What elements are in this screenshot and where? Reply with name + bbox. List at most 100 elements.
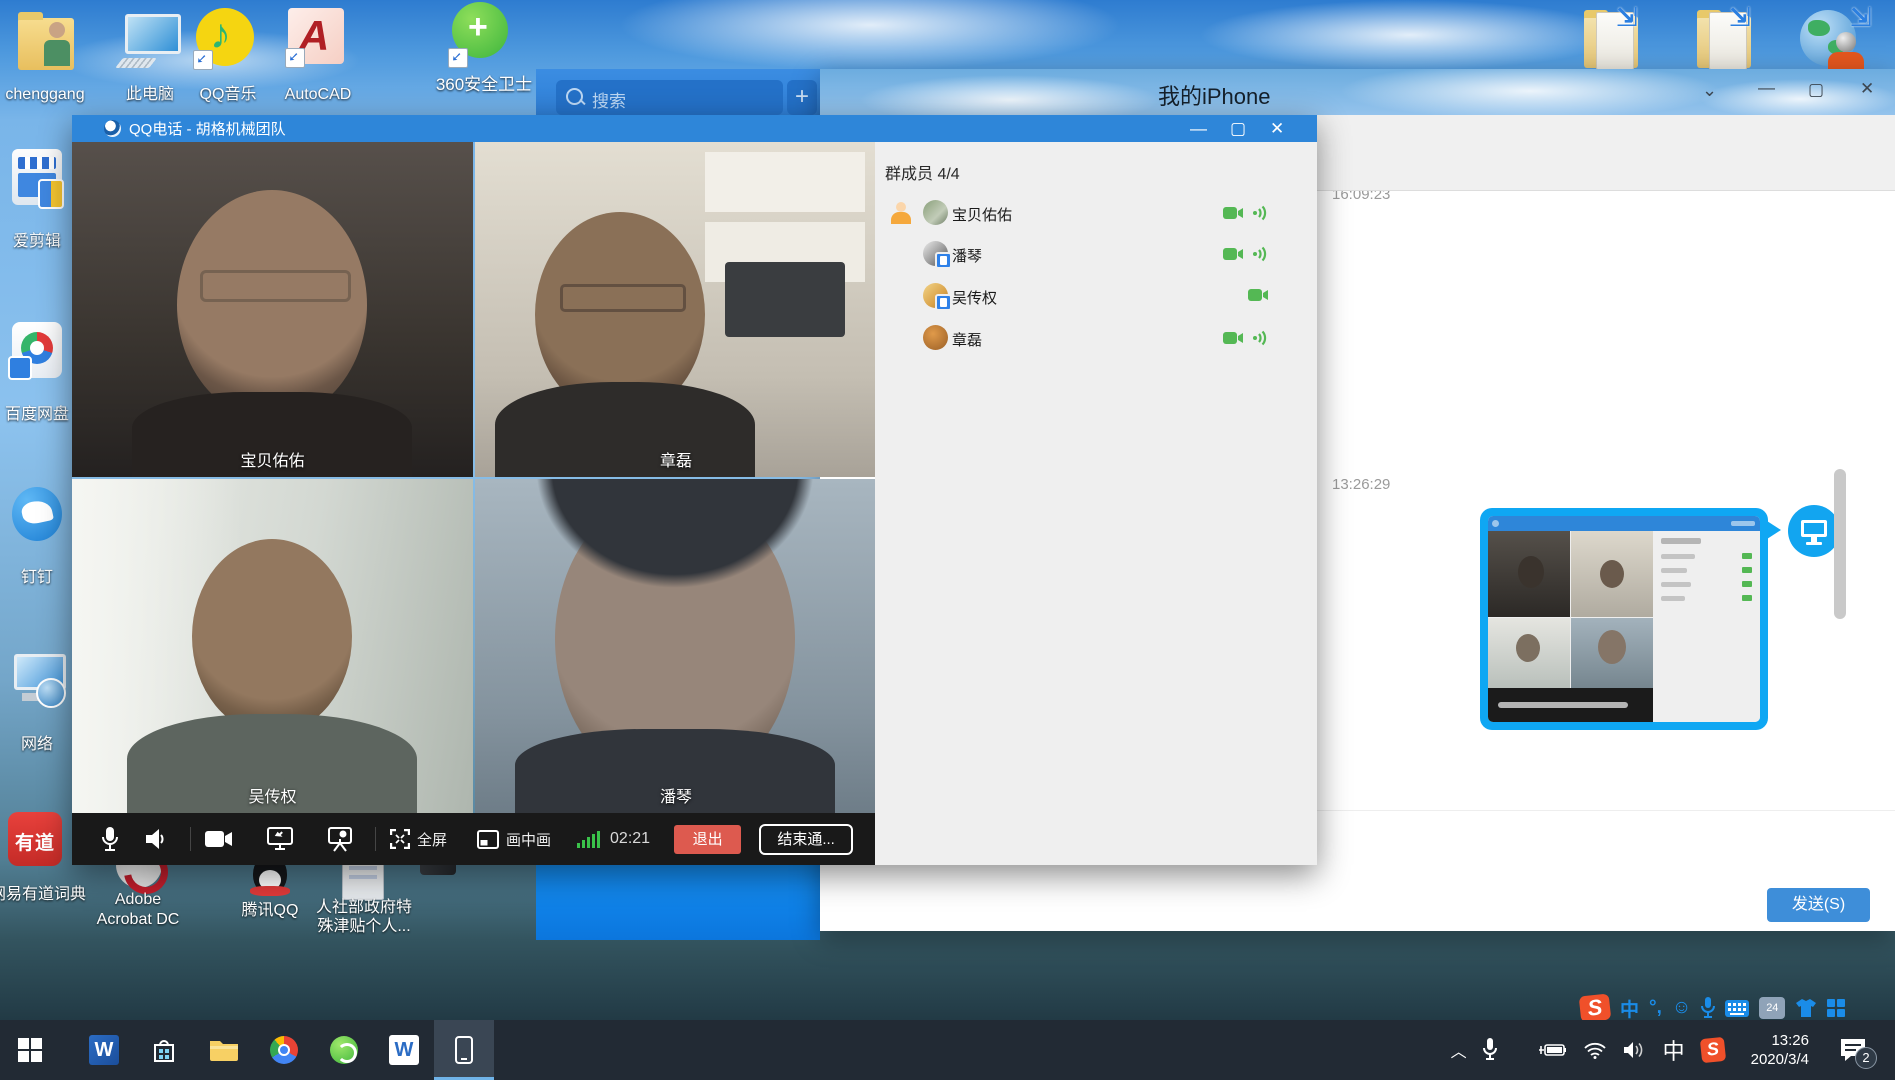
desktop-icon-baidu-pan[interactable]: 百度网盘 (0, 318, 74, 438)
icon-label: 网络 (0, 736, 80, 753)
taskbar-app-phone-active[interactable] (434, 1020, 494, 1080)
speaker-button[interactable] (144, 827, 168, 851)
sogou-logo-icon[interactable]: S (1579, 994, 1612, 1023)
person-badge (1836, 32, 1856, 52)
fullscreen-button[interactable]: 全屏 (390, 829, 447, 850)
pip-button[interactable]: 画中画 (477, 829, 551, 850)
video-tile[interactable]: 宝贝佑佑 (72, 142, 473, 477)
camera-on-icon (1223, 247, 1244, 261)
screen-share-button[interactable] (267, 827, 293, 851)
audio-on-icon (1252, 205, 1269, 221)
tray-sogou-icon[interactable]: S (1699, 1037, 1725, 1063)
camera-button[interactable] (205, 829, 233, 849)
audio-on-icon (1252, 330, 1269, 346)
close-button[interactable]: ✕ (1860, 80, 1874, 97)
end-call-button[interactable]: 结束通... (759, 824, 853, 855)
maximize-button[interactable]: ▢ (1808, 81, 1824, 98)
member-row[interactable]: 宝贝佑佑 (875, 197, 1317, 231)
video-participant-name: 吴传权 (72, 783, 473, 807)
desktop-icon-internet-user[interactable]: ⇲ (1798, 8, 1878, 78)
system-tray: ︿ 中 S 13:26 2020/3/4 2 (1451, 1020, 1895, 1080)
video-participant-name: 潘琴 (475, 783, 877, 807)
search-input[interactable]: 搜索 (556, 80, 783, 115)
desktop-icon-archive[interactable]: ⇲ (1582, 6, 1646, 74)
call-screenshot-thumbnail (1488, 516, 1760, 722)
video-tile[interactable]: 章磊 (475, 142, 877, 477)
desktop-icon-360[interactable]: + 360安全卫士 (434, 0, 534, 104)
minimize-button[interactable]: — (1758, 79, 1775, 96)
desktop-icon-chenggang[interactable]: chenggang (0, 4, 90, 104)
video-tile[interactable]: 吴传权 (72, 479, 473, 813)
ime-mode-toggle[interactable]: 中 (1620, 995, 1639, 1022)
punctuation-toggle[interactable]: °, (1649, 997, 1662, 1019)
tray-volume-icon[interactable] (1623, 1041, 1647, 1059)
start-button[interactable] (0, 1020, 60, 1080)
desktop-icon-network[interactable]: 网络 (0, 648, 74, 768)
fullscreen-label: 全屏 (417, 829, 447, 850)
bubble-tail (1767, 521, 1781, 539)
compress-arrows-badge: ⇲ (1729, 2, 1751, 33)
action-center-icon[interactable]: 2 (1839, 1037, 1867, 1063)
skin-icon[interactable] (1795, 998, 1817, 1018)
tray-microphone-icon[interactable] (1483, 1038, 1497, 1062)
minimize-button[interactable]: — (1190, 120, 1207, 137)
desktop-icon-dingtalk[interactable]: 钉钉 (0, 483, 74, 603)
microphone-button[interactable] (100, 826, 120, 852)
chevron-down-icon[interactable]: ⌄ (1702, 81, 1717, 99)
taskbar-app-wps[interactable]: W (374, 1020, 434, 1080)
taskbar-app-explorer[interactable] (194, 1020, 254, 1080)
exit-button[interactable]: 退出 (674, 825, 741, 854)
add-button[interactable]: + (787, 80, 817, 115)
shortcut-arrow-badge (285, 48, 305, 68)
qq-main-top: 搜索 + (536, 69, 820, 115)
video-participant-name: 宝贝佑佑 (72, 447, 473, 471)
member-avatar (923, 283, 948, 308)
host-icon (890, 202, 912, 224)
close-button[interactable]: ✕ (1270, 120, 1284, 137)
member-name: 章磊 (952, 329, 982, 350)
video-tile[interactable]: 潘琴 (475, 479, 877, 813)
member-row[interactable]: 章磊 (875, 322, 1317, 356)
toolbox-icon[interactable] (1827, 999, 1845, 1017)
icon-label: 人社部政府特 殊津贴个人... (308, 898, 420, 936)
tray-chevron-up-icon[interactable]: ︿ (1451, 1038, 1467, 1062)
desktop-icon-archive[interactable]: ⇲ (1695, 6, 1759, 74)
member-row[interactable]: 吴传权 (875, 280, 1317, 314)
tray-battery-icon[interactable] (1537, 1042, 1567, 1058)
soft-keyboard-icon[interactable] (1725, 1000, 1749, 1017)
voice-input-icon[interactable] (1701, 997, 1715, 1019)
network-icon (14, 654, 62, 708)
taskbar-app-360-browser[interactable] (314, 1020, 374, 1080)
toolbar-divider (375, 827, 376, 851)
taskbar-app-word[interactable]: W (74, 1020, 134, 1080)
chat-scrollbar[interactable] (1834, 469, 1846, 619)
night-mode-icon[interactable]: 24 (1759, 997, 1785, 1019)
emoji-icon[interactable]: ☺ (1672, 997, 1691, 1019)
device-avatar[interactable] (1788, 505, 1840, 557)
desktop-icon-tencent-qq[interactable]: 腾讯QQ (228, 852, 312, 942)
camera-on-icon (1248, 288, 1269, 302)
taskbar-app-store[interactable] (134, 1020, 194, 1080)
icon-label: AutoCAD (270, 86, 366, 103)
tray-ime-indicator[interactable]: 中 (1663, 1034, 1685, 1066)
chat-image-bubble[interactable] (1480, 508, 1768, 730)
tray-clock[interactable]: 13:26 2020/3/4 (1751, 1031, 1809, 1069)
icon-label: QQ音乐 (180, 86, 276, 103)
desktop-icon-qq-music[interactable]: ♪ QQ音乐 (183, 4, 273, 104)
member-row[interactable]: 潘琴 (875, 238, 1317, 272)
video-participant-name: 章磊 (475, 447, 877, 471)
desktop-icon-aijianji[interactable]: 爱剪辑 (0, 145, 74, 265)
desktop-icon-youdao[interactable]: 有道 网易有道词典 (0, 790, 80, 915)
camera-on-icon (1223, 206, 1244, 220)
whiteboard-button[interactable] (327, 826, 353, 852)
tray-wifi-icon[interactable] (1583, 1041, 1607, 1059)
taskbar-app-chrome[interactable] (254, 1020, 314, 1080)
toolbar-divider (190, 827, 191, 851)
member-avatar (923, 325, 948, 350)
desktop-icon-autocad[interactable]: A AutoCAD (273, 4, 363, 104)
call-duration: 02:21 (610, 830, 650, 848)
maximize-button[interactable]: ▢ (1230, 120, 1246, 137)
person-glyph (44, 22, 70, 68)
call-titlebar[interactable]: QQ电话 - 胡格机械团队 — ▢ ✕ (72, 115, 1317, 142)
send-button[interactable]: 发送(S) (1767, 888, 1870, 922)
